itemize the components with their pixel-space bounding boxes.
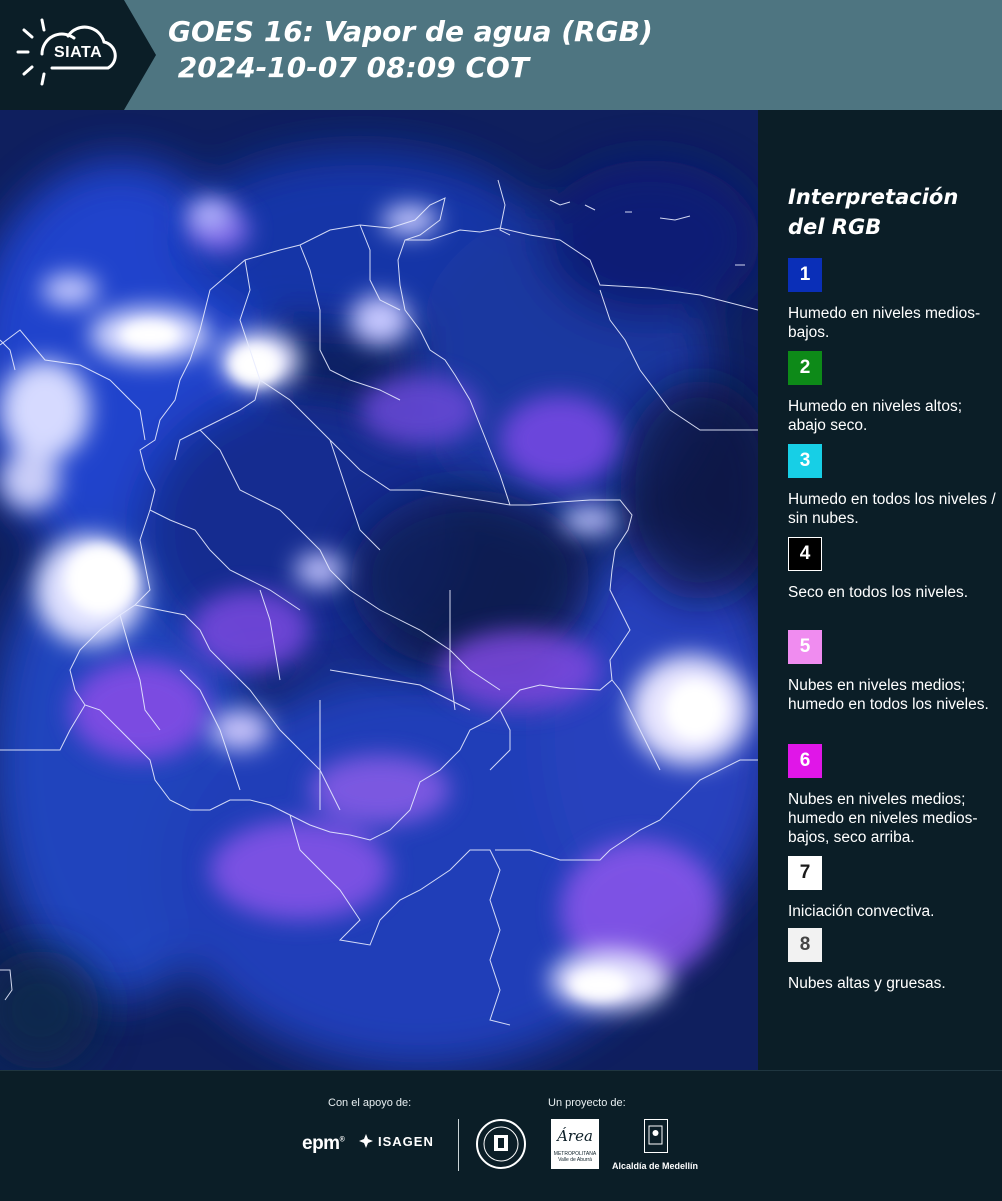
legend-description-4: Seco en todos los niveles. [788,584,969,601]
water-vapor-image [0,110,758,1070]
legend-title: Interpretación del RGB [788,185,959,239]
legend-swatch-5: 5 [788,630,822,664]
alcaldia-emblem-icon [648,1125,663,1145]
legend-item-8: 8 Nubes altas y gruesas. [788,928,998,993]
alcaldia-medellin-text: Alcaldía de Medellín [612,1161,699,1171]
isagen-logo-icon [359,1134,373,1148]
legend-item-1: 1 Humedo en niveles medios-bajos. [788,258,998,342]
title-line-1: GOES 16: Vapor de agua (RGB) [168,15,653,48]
legend-item-5: 5 Nubes en niveles medios; humedo en tod… [788,630,998,714]
satellite-map [0,110,758,1070]
seal-emblem-icon [483,1126,519,1162]
header: SIATA GOES 16: Vapor de agua (RGB) 2024-… [0,0,1002,110]
legend-description-1: Humedo en niveles medios-bajos. [788,305,981,341]
legend-swatch-7: 7 [788,856,822,890]
legend-description-2: Humedo en niveles altos; abajo seco. [788,398,963,434]
footer-divider [458,1119,459,1171]
epm-logo-text: epm [302,1133,340,1154]
legend-description-5: Nubes en niveles medios; humedo en todos… [788,677,989,713]
legend-description-8: Nubes altas y gruesas. [788,975,946,992]
epm-logo: epm® [302,1133,345,1154]
alcaldia-shield-icon [644,1119,668,1153]
footer: Con el apoyo de: Un proyecto de: epm® IS… [0,1070,1002,1201]
project-label: Un proyecto de: [548,1097,626,1109]
legend-swatch-4: 4 [788,537,822,571]
area-logo-subtext: METROPOLITANA Valle de Aburrá [553,1151,597,1163]
isagen-logo: ISAGEN [358,1133,434,1149]
legend-description-6: Nubes en niveles medios; humedo en nivel… [788,791,978,846]
support-label: Con el apoyo de: [328,1097,412,1109]
area-metropolitana-logo: Área METROPOLITANA Valle de Aburrá [551,1119,599,1169]
logo-block: SIATA [0,0,124,110]
legend-swatch-1: 1 [788,258,822,292]
legend-description-7: Iniciación convectiva. [788,903,935,920]
legend-swatch-2: 2 [788,351,822,385]
legend-swatch-8: 8 [788,928,822,962]
legend-item-4: 4 Seco en todos los niveles. [788,537,998,602]
legend-item-6: 6 Nubes en niveles medios; humedo en niv… [788,744,998,847]
legend-item-2: 2 Humedo en niveles altos; abajo seco. [788,351,998,435]
isagen-logo-text: ISAGEN [378,1133,434,1149]
legend-item-7: 7 Iniciación convectiva. [788,856,998,921]
legend-description-3: Humedo en todos los niveles / sin nubes. [788,491,996,527]
title-line-2: 2024-10-07 08:09 COT [168,51,529,84]
siata-logo-text: SIATA [54,44,103,61]
header-chevron [124,0,156,110]
legend-panel: Interpretación del RGB 1 Humedo en nivel… [760,110,1002,1070]
legend-item-3: 3 Humedo en todos los niveles / sin nube… [788,444,998,528]
page-title: GOES 16: Vapor de agua (RGB) 2024-10-07 … [168,14,653,86]
legend-swatch-3: 3 [788,444,822,478]
seal-icon [476,1119,526,1169]
legend-swatch-6: 6 [788,744,822,778]
area-logo-text: Área [557,1127,593,1145]
